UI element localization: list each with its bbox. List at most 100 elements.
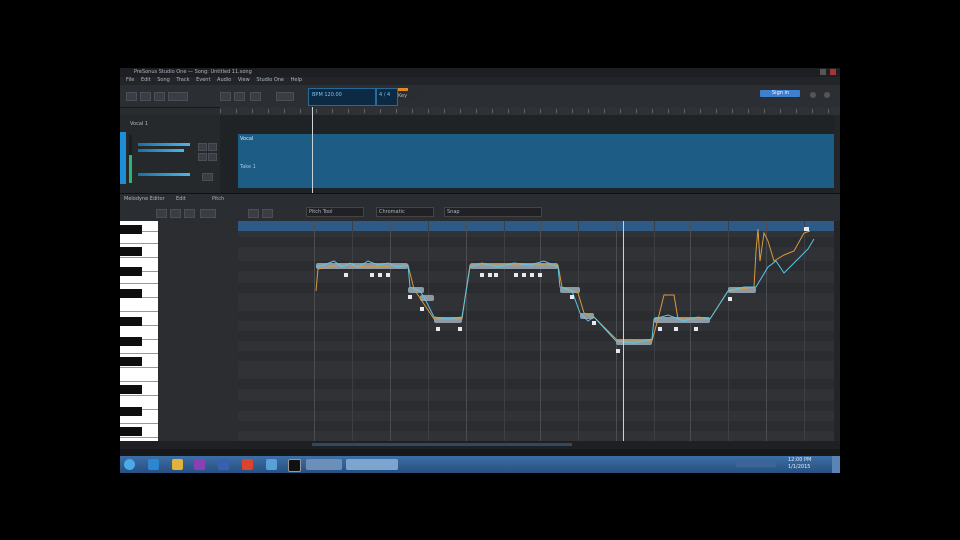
split-tool-button[interactable]: [154, 92, 165, 101]
menu-song[interactable]: Song: [157, 77, 170, 83]
track-header[interactable]: Vocal 1: [120, 115, 220, 193]
show-desktop-button[interactable]: [832, 456, 840, 473]
note-handle: [378, 273, 382, 277]
pan-fader[interactable]: [138, 149, 184, 152]
record-arm-button[interactable]: [198, 153, 207, 161]
formant-tool-button[interactable]: [184, 209, 195, 218]
scale-value: Chromatic: [379, 209, 405, 215]
mode-value: Pitch Tool: [309, 209, 333, 215]
timeline-ruler[interactable]: [220, 107, 840, 115]
app-icon[interactable]: [266, 459, 277, 470]
record-section: Key: [398, 88, 422, 100]
arrange-scrollbar[interactable]: [834, 115, 840, 193]
menu-edit[interactable]: Edit: [141, 77, 151, 83]
scale-dropdown[interactable]: Chromatic: [376, 207, 434, 217]
pitch-tool-button[interactable]: [156, 209, 167, 218]
chrome-icon[interactable]: [242, 459, 253, 470]
note-blob: [470, 263, 558, 269]
close-button[interactable]: [830, 69, 836, 75]
ie-icon[interactable]: [148, 459, 159, 470]
note-handle: [344, 273, 348, 277]
loop-button[interactable]: [220, 92, 231, 101]
menu-view[interactable]: View: [238, 77, 250, 83]
playhead-editor[interactable]: [623, 221, 624, 441]
note-handle: [616, 349, 620, 353]
minimize-button[interactable]: [820, 69, 826, 75]
note-handle: [522, 273, 526, 277]
snap-dropdown[interactable]: Snap: [444, 207, 542, 217]
note-handle: [694, 327, 698, 331]
volume-fader[interactable]: [138, 143, 190, 146]
editor-vscrollbar[interactable]: [834, 221, 840, 441]
signin-button[interactable]: Sign in: [760, 90, 800, 97]
send-fader[interactable]: [138, 173, 190, 176]
settings-icon[interactable]: [810, 92, 816, 98]
note-handle: [436, 327, 440, 331]
note-handle: [728, 297, 732, 301]
key-label: Key: [398, 93, 408, 99]
solo-button[interactable]: [208, 143, 217, 151]
timesig-readout: 4 / 4: [379, 92, 391, 98]
automation-button[interactable]: [202, 173, 213, 181]
windows-taskbar: 12:00 PM 1/1/2015: [120, 456, 840, 473]
quantize-button[interactable]: [276, 92, 294, 101]
note-handle: [370, 273, 374, 277]
note-handle: [488, 273, 492, 277]
timing-tool-button[interactable]: [170, 209, 181, 218]
editor-hscrollbar[interactable]: [312, 443, 572, 446]
note-handle: [420, 307, 424, 311]
window-title: PreSonus Studio One — Song: Untitled 11.…: [134, 69, 252, 75]
title-bar: PreSonus Studio One — Song: Untitled 11.…: [120, 68, 840, 77]
mode-dropdown[interactable]: Pitch Tool: [306, 207, 364, 217]
note-handle: [538, 273, 542, 277]
snap-button[interactable]: [168, 92, 188, 101]
range-tool-button[interactable]: [140, 92, 151, 101]
menu-studio-one[interactable]: Studio One: [256, 77, 284, 83]
editor-status-bar: [120, 441, 840, 449]
record-indicator: [398, 88, 408, 91]
editor-tab-edit[interactable]: Edit: [176, 196, 186, 202]
note-editor-grid[interactable]: [238, 221, 834, 441]
menu-event[interactable]: Event: [196, 77, 210, 83]
lane-gutter: [158, 221, 238, 441]
folder-icon[interactable]: [172, 459, 183, 470]
studio-one-icon[interactable]: [288, 459, 301, 472]
menu-file[interactable]: File: [126, 77, 134, 83]
system-tray[interactable]: [736, 461, 776, 467]
clock-date: 1/1/2015: [788, 464, 811, 470]
amplitude-tool-button[interactable]: [200, 209, 216, 218]
menu-audio[interactable]: Audio: [217, 77, 231, 83]
browser-icon[interactable]: [824, 92, 830, 98]
note-handle: [480, 273, 484, 277]
playhead-arrange[interactable]: [312, 107, 313, 193]
start-button[interactable]: [124, 459, 135, 470]
note-separation-button[interactable]: [248, 209, 259, 218]
arrow-tool-button[interactable]: [126, 92, 137, 101]
note-handle: [592, 321, 596, 325]
note-handle: [570, 295, 574, 299]
facebook-icon[interactable]: [218, 459, 229, 470]
taskbar-window-1[interactable]: [306, 459, 342, 470]
level-meter: [129, 135, 132, 183]
note-handle: [804, 227, 809, 231]
mute-button[interactable]: [198, 143, 207, 151]
timesig-display[interactable]: 4 / 4: [376, 88, 398, 106]
window-bottom-edge: [120, 449, 840, 456]
monitor-button[interactable]: [208, 153, 217, 161]
metronome-button[interactable]: [234, 92, 245, 101]
note-handle: [674, 327, 678, 331]
snap-value: Snap: [447, 209, 460, 215]
taskbar-window-2[interactable]: [346, 459, 398, 470]
menu-help[interactable]: Help: [291, 77, 302, 83]
note-handle: [658, 327, 662, 331]
macro-button[interactable]: [262, 209, 273, 218]
zoom-button[interactable]: [250, 92, 261, 101]
audio-clip[interactable]: Vocal Take 1: [238, 134, 834, 188]
menu-track[interactable]: Track: [176, 77, 189, 83]
editor-tab[interactable]: Melodyne Editor: [124, 196, 165, 202]
editor-toolbar: Melodyne Editor Edit Pitch Pitch Tool Ch…: [120, 193, 840, 222]
editor-tab-pitch[interactable]: Pitch: [212, 196, 224, 202]
media-icon[interactable]: [194, 459, 205, 470]
piano-keyboard[interactable]: [120, 221, 158, 441]
transport-display[interactable]: BPM 120.00: [308, 88, 376, 106]
